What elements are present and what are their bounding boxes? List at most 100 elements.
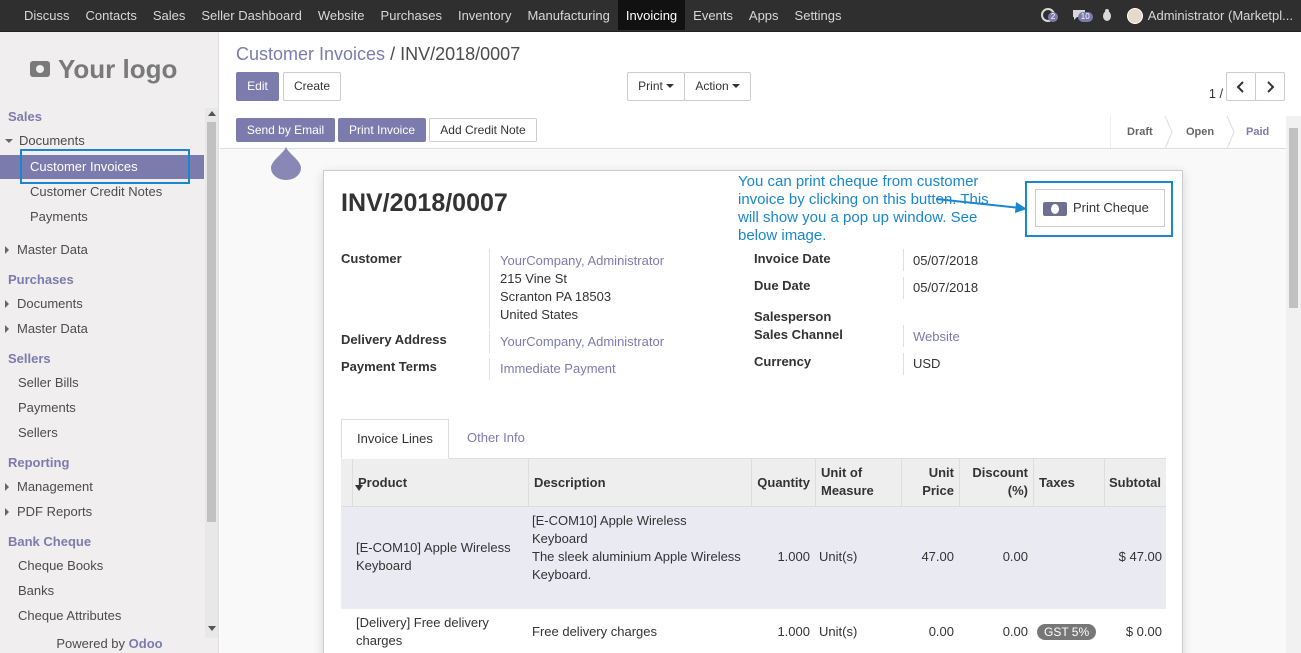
cheque-icon [1043,202,1067,216]
sidebar-section-sales: Sales [8,109,42,124]
due-date-label: Due Date [754,278,811,293]
menu-sales[interactable]: Sales [145,0,194,30]
menu-manufacturing[interactable]: Manufacturing [519,0,617,30]
scroll-down-icon[interactable] [208,626,216,631]
scroll-up-icon[interactable] [208,111,216,116]
sidebar-item-sales-documents[interactable]: Documents [5,133,85,148]
print-dropdown[interactable]: Print [627,72,685,101]
highlight-box [20,149,190,184]
sales-channel-label: Sales Channel [754,327,843,342]
currency-label: Currency [754,354,812,369]
user-menu[interactable]: Administrator (Marketpl... [1126,7,1293,25]
address-line-1: 215 Vine St [500,271,567,286]
column-subtotal[interactable]: Subtotal [1104,459,1166,507]
menu-invoicing[interactable]: Invoicing [617,0,686,30]
menu-seller-dashboard[interactable]: Seller Dashboard [193,0,309,30]
delivery-address-label: Delivery Address [341,332,447,347]
messages-count: 10 [1077,12,1093,22]
column-discount[interactable]: Discount (%) [959,459,1033,507]
invoice-date-value: 05/07/2018 [913,253,979,268]
menu-contacts[interactable]: Contacts [78,0,145,30]
sidebar-item-purchases-master-data[interactable]: Master Data [5,321,88,336]
main-scrollbar[interactable] [1286,116,1301,653]
pager-previous[interactable] [1226,72,1256,101]
sales-channel-value[interactable]: Website [913,328,960,346]
menu-website[interactable]: Website [310,0,373,30]
click-drop-indicator [271,146,301,180]
row-quantity: 1.000 [777,624,810,639]
column-taxes[interactable]: Taxes [1033,459,1104,507]
payment-terms-value[interactable]: Immediate Payment [500,360,616,378]
row-subtotal: $ 0.00 [1125,624,1162,639]
powered-by: Powered by Odoo [56,636,163,651]
edit-button[interactable]: Edit [236,72,279,101]
sidebar-item-cheque-attributes[interactable]: Cheque Attributes [18,608,121,623]
top-navbar: Discuss Contacts Sales Seller Dashboard … [0,0,1301,32]
customer-value[interactable]: YourCompany, Administrator [500,252,664,270]
camera-icon [30,61,50,77]
menu-discuss[interactable]: Discuss [16,0,78,30]
send-by-email-button[interactable]: Send by Email [236,118,335,142]
bug-icon[interactable] [1101,8,1113,25]
column-quantity[interactable]: Quantity [751,459,815,507]
due-date-value: 05/07/2018 [913,280,979,295]
sidebar-scrollbar[interactable] [205,108,218,638]
menu-purchases[interactable]: Purchases [373,0,450,30]
action-dropdown[interactable]: Action [684,72,751,101]
customer-label: Customer [341,251,402,266]
print-invoice-button[interactable]: Print Invoice [338,118,426,142]
add-credit-note-button[interactable]: Add Credit Note [429,118,537,142]
chevron-right-icon [1267,81,1275,93]
menu-events[interactable]: Events [685,0,741,30]
row-taxes: GST 5% [1037,623,1097,641]
breadcrumb-parent[interactable]: Customer Invoices [236,44,385,64]
invoice-date-label: Invoice Date [754,251,831,266]
salesperson-label: Salesperson [754,309,832,324]
sidebar-item-seller-payments[interactable]: Payments [18,400,76,415]
user-name: Administrator (Marketpl... [1147,7,1293,23]
pager-next[interactable] [1255,72,1285,101]
delivery-address-value[interactable]: YourCompany, Administrator [500,333,664,351]
sidebar-item-purchases-documents[interactable]: Documents [5,296,83,311]
row-uom: Unit(s) [819,624,858,639]
sidebar-item-pdf-reports[interactable]: PDF Reports [5,504,92,519]
sidebar-item-sellers[interactable]: Sellers [18,425,58,440]
caret-down-icon [5,139,13,143]
sidebar-item-management[interactable]: Management [5,479,93,494]
activity-icon[interactable]: 2 [1040,8,1059,24]
caret-right-icon [5,246,9,254]
column-description[interactable]: Description [528,459,751,507]
create-button[interactable]: Create [283,72,341,101]
sidebar-item-banks[interactable]: Banks [18,583,54,598]
annotation-highlight-box: Print Cheque [1025,181,1173,237]
row-discount: 0.00 [1002,549,1028,564]
column-product[interactable]: Product [352,459,528,507]
sidebar-item-payments[interactable]: Payments [30,209,88,224]
sidebar-item-sales-master-data[interactable]: Master Data [5,242,88,257]
menu-inventory[interactable]: Inventory [450,0,519,30]
print-cheque-button[interactable]: Print Cheque [1035,189,1165,227]
sidebar-item-seller-bills[interactable]: Seller Bills [18,375,79,390]
menu-apps[interactable]: Apps [741,0,787,30]
sidebar-item-cheque-books[interactable]: Cheque Books [18,558,103,573]
field-divider [903,249,904,271]
main-scroll-thumb[interactable] [1289,128,1298,308]
field-divider [489,249,490,329]
table-row[interactable]: [Delivery] Free delivery charges Free del… [341,609,1166,653]
sidebar-item-customer-credit-notes[interactable]: Customer Credit Notes [30,184,162,199]
menu-settings[interactable]: Settings [787,0,850,30]
caret-right-icon [5,300,9,308]
chat-icon[interactable]: 10 [1071,8,1093,24]
tab-other-info[interactable]: Other Info [452,419,540,459]
sidebar-scroll-thumb[interactable] [207,122,216,522]
row-unit-price: 47.00 [921,549,954,564]
column-unit-price[interactable]: Unit Price [901,459,959,507]
tab-invoice-lines[interactable]: Invoice Lines [341,419,449,459]
caret-right-icon [5,483,9,491]
odoo-link[interactable]: Odoo [129,636,163,651]
table-row[interactable]: [E-COM10] Apple Wireless Keyboard [E-COM1… [341,507,1166,609]
field-divider [489,358,490,380]
column-uom[interactable]: Unit of Measure [815,459,901,507]
tax-badge: GST 5% [1037,624,1097,640]
caret-right-icon [5,325,9,333]
